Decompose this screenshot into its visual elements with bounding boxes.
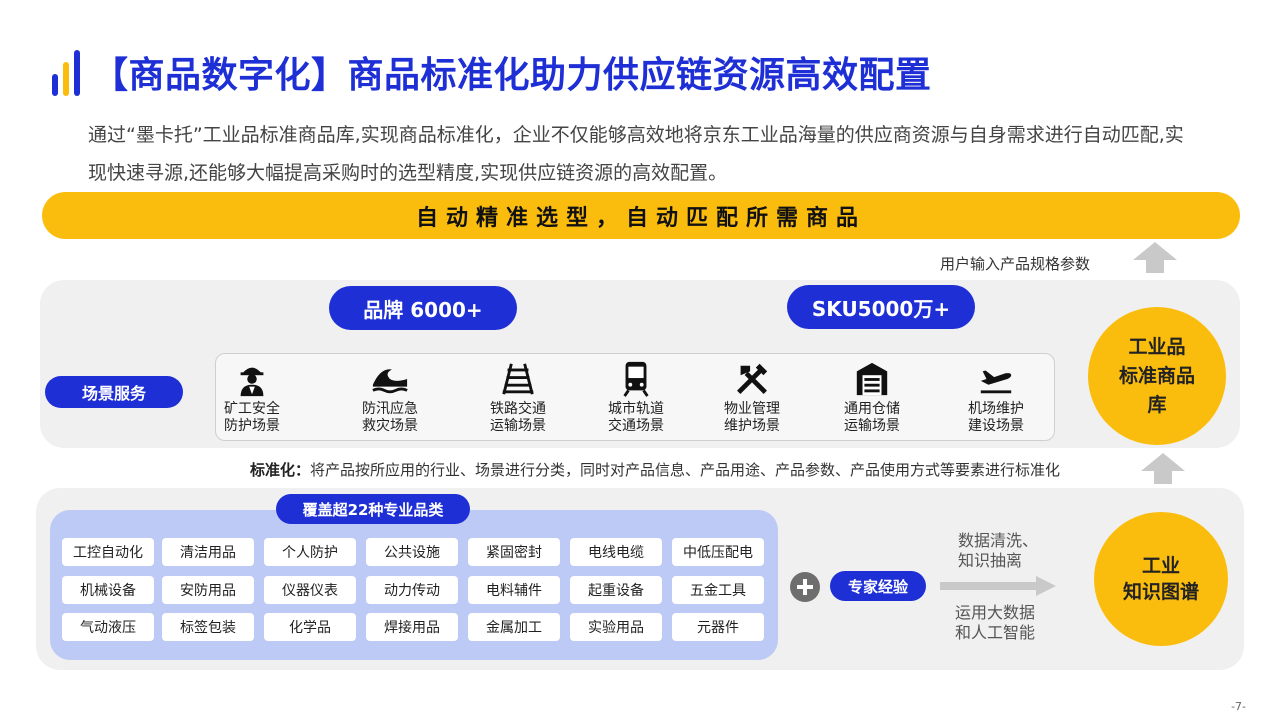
user-input-label: 用户输入产品规格参数 <box>940 255 1091 273</box>
standardization-desc: 将产品按所应用的行业、场景进行分类，同时对产品信息、产品用途、产品参数、产品使用… <box>310 461 1061 479</box>
category-item: 焊接用品 <box>366 613 458 641</box>
scene-label-line: 矿工安全 <box>224 401 280 417</box>
category-item: 电料辅件 <box>468 576 560 604</box>
knowledge-graph-circle: 工业 知识图谱 <box>1094 512 1228 646</box>
category-item: 仪器仪表 <box>264 576 356 604</box>
standardization-label: 标准化： <box>250 461 311 479</box>
railway-icon <box>502 363 534 395</box>
category-item: 工控自动化 <box>62 538 154 566</box>
scene-item-property: 物业管理 维护场景 <box>704 360 800 435</box>
process-line: 知识抽离 <box>958 551 1023 570</box>
category-title: 覆盖超22种专业品类 <box>276 494 470 524</box>
intro-paragraph: 通过“墨卡托”工业品标准商品库,实现商品标准化，企业不仅能够高效地将京东工业品海… <box>88 124 1184 184</box>
scene-label-line: 建设场景 <box>968 418 1024 434</box>
category-item: 动力传动 <box>366 576 458 604</box>
category-item: 安防用品 <box>162 576 254 604</box>
page-number: -7- <box>1231 700 1246 713</box>
scene-label-line: 城市轨道 <box>608 401 664 417</box>
scene-label-line: 通用仓储 <box>844 401 900 417</box>
standardization-text: 标准化：将产品按所应用的行业、场景进行分类，同时对产品信息、产品用途、产品参数、… <box>250 459 1060 480</box>
knowledge-line: 工业 <box>1141 555 1180 577</box>
scene-label-line: 救灾场景 <box>362 418 418 434</box>
scene-item-flood: 防汛应急 救灾场景 <box>342 360 438 435</box>
category-item: 清洁用品 <box>162 538 254 566</box>
category-item: 五金工具 <box>672 576 764 604</box>
category-item: 实验用品 <box>570 613 662 641</box>
title-logo-icon <box>52 50 84 96</box>
scene-item-mining: 矿工安全 防护场景 <box>204 360 300 435</box>
scene-item-metro: 城市轨道 交通场景 <box>588 360 684 435</box>
scene-item-railway: 铁路交通 运输场景 <box>470 360 566 435</box>
airplane-icon <box>980 370 1012 394</box>
process-line: 运用大数据 <box>955 603 1036 622</box>
scene-item-warehouse: 通用仓储 运输场景 <box>824 360 920 435</box>
wave-icon <box>372 369 408 394</box>
process-top-text: 数据清洗、 知识抽离 <box>958 531 1038 571</box>
scene-label-line: 防护场景 <box>224 418 280 434</box>
category-item: 紧固密封 <box>468 538 560 566</box>
category-item: 起重设备 <box>570 576 662 604</box>
scene-label-line: 铁路交通 <box>490 401 546 417</box>
scene-label-line: 防汛应急 <box>362 401 418 417</box>
scene-label-line: 物业管理 <box>724 401 780 417</box>
category-item: 机械设备 <box>62 576 154 604</box>
standard-library-circle: 工业品 标准商品 库 <box>1088 307 1226 445</box>
scene-label-line: 交通场景 <box>608 418 664 434</box>
category-item: 标签包装 <box>162 613 254 641</box>
arrow-right-icon <box>940 576 1058 596</box>
category-item: 电线电缆 <box>570 538 662 566</box>
expert-experience-label: 专家经验 <box>830 571 926 601</box>
tools-icon <box>737 363 768 394</box>
knowledge-line: 知识图谱 <box>1122 581 1199 603</box>
category-item: 元器件 <box>672 613 764 641</box>
category-item: 金属加工 <box>468 613 560 641</box>
plus-icon <box>790 572 820 602</box>
scene-label-line: 机场维护 <box>968 401 1024 417</box>
library-line: 工业品 <box>1128 335 1186 358</box>
category-item: 公共设施 <box>366 538 458 566</box>
category-item: 化学品 <box>264 613 356 641</box>
library-line: 库 <box>1147 393 1167 416</box>
arrow-up-icon <box>1141 453 1185 485</box>
scene-service-label: 场景服务 <box>45 376 183 408</box>
process-line: 和人工智能 <box>955 623 1036 642</box>
category-item: 个人防护 <box>264 538 356 566</box>
process-line: 数据清洗、 <box>958 531 1039 550</box>
process-bottom-text: 运用大数据 和人工智能 <box>955 603 1035 643</box>
brand-count-badge: 品牌 6000+ <box>329 286 517 330</box>
category-item: 中低压配电 <box>672 538 764 566</box>
miner-icon <box>240 367 264 397</box>
page-title: 【商品数字化】商品标准化助力供应链资源高效配置 <box>92 55 932 96</box>
scene-label-line: 运输场景 <box>844 418 900 434</box>
scene-list: 矿工安全 防护场景 防汛应急 救灾场景 铁路交通 运输场景 城市轨道 交通场景 <box>215 353 1055 441</box>
scene-label-line: 维护场景 <box>724 418 780 434</box>
metro-train-icon <box>623 361 649 397</box>
result-banner: 自动精准选型，自动匹配所需商品 <box>42 192 1240 239</box>
category-item: 气动液压 <box>62 613 154 641</box>
scene-label-line: 运输场景 <box>490 418 546 434</box>
warehouse-icon <box>856 362 888 396</box>
library-line: 标准商品 <box>1118 364 1195 387</box>
scene-item-airport: 机场维护 建设场景 <box>948 360 1044 435</box>
sku-count-badge: SKU5000万+ <box>787 285 975 329</box>
arrow-up-icon <box>1133 242 1177 274</box>
